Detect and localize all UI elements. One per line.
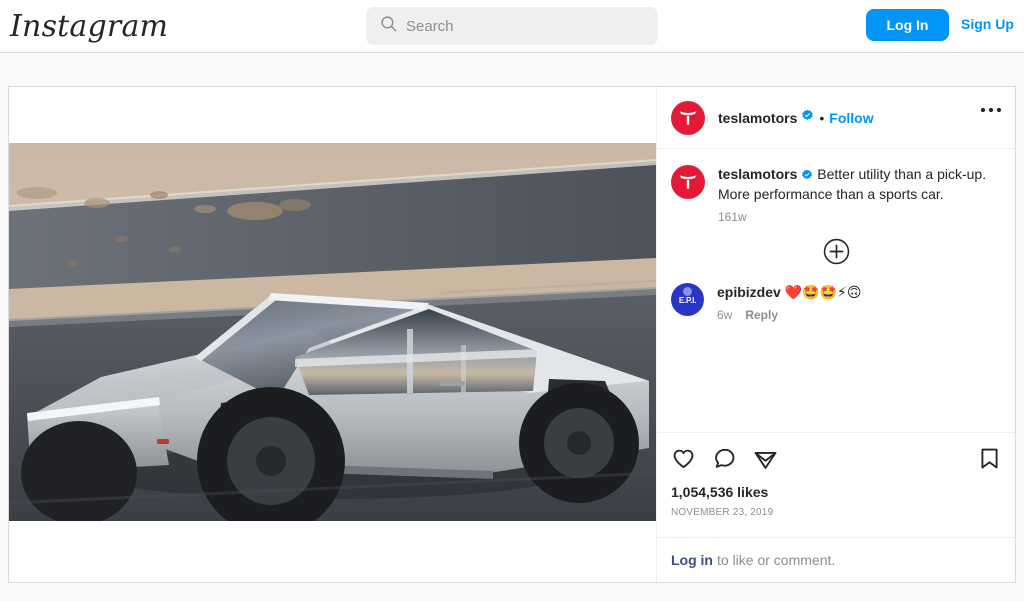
- ellipsis-icon: [980, 107, 1002, 113]
- like-button[interactable]: [671, 446, 696, 471]
- author-username[interactable]: teslamotors: [718, 110, 797, 126]
- list-item: E.P.I. epibizdev ❤️🤩🤩⚡🙃 6w Reply: [671, 283, 1002, 322]
- search-input[interactable]: [406, 17, 631, 35]
- comment-age: 6w: [717, 308, 733, 322]
- follow-button[interactable]: Follow: [829, 110, 873, 126]
- post-caption: teslamotors Better utility than a pick-u…: [671, 165, 1002, 224]
- tesla-logo-icon: [679, 175, 697, 189]
- commenter-avatar-label: E.P.I.: [678, 296, 697, 305]
- caption-age: 161w: [718, 210, 747, 224]
- load-more-comments-wrap: [671, 238, 1002, 265]
- commenter-avatar[interactable]: E.P.I.: [671, 283, 704, 316]
- bookmark-icon: [981, 448, 998, 469]
- reply-button[interactable]: Reply: [745, 308, 778, 322]
- post-author-header: teslamotors • Follow: [657, 87, 1015, 149]
- author-avatar[interactable]: [671, 100, 705, 135]
- action-icon-row: [671, 433, 1002, 483]
- heart-icon: [673, 449, 694, 468]
- share-icon: [754, 451, 777, 469]
- likes-count[interactable]: 1,054,536 likes: [671, 483, 1002, 501]
- verified-badge-icon: [801, 109, 814, 127]
- post-card: teslamotors • Follow teslamotors Better …: [8, 86, 1016, 583]
- caption-username[interactable]: teslamotors: [718, 166, 797, 182]
- search-bar[interactable]: [366, 7, 658, 45]
- commenter-username[interactable]: epibizdev: [717, 284, 781, 300]
- login-button[interactable]: Log In: [866, 9, 949, 41]
- epi-crest-icon: [683, 287, 692, 296]
- post-media-image[interactable]: [9, 143, 656, 521]
- login-prompt: Log in to like or comment.: [657, 537, 1015, 582]
- instagram-logo[interactable]: Instagram: [10, 8, 168, 46]
- signup-button[interactable]: Sign Up: [961, 16, 1014, 32]
- post-media-column[interactable]: [9, 87, 656, 582]
- save-button[interactable]: [977, 446, 1002, 471]
- caption-avatar[interactable]: [671, 165, 705, 199]
- login-link[interactable]: Log in: [671, 552, 713, 568]
- header-separator: •: [819, 109, 825, 126]
- login-prompt-text: to like or comment.: [717, 552, 836, 568]
- more-options-button[interactable]: [980, 107, 1002, 113]
- tesla-logo-icon: [679, 110, 697, 125]
- plus-circle-icon: [823, 238, 850, 265]
- load-more-comments-button[interactable]: [823, 238, 850, 265]
- comment-text: ❤️🤩🤩⚡🙃: [784, 285, 862, 301]
- comment-icon: [715, 448, 735, 468]
- comments-list[interactable]: teslamotors Better utility than a pick-u…: [657, 149, 1015, 432]
- comment-button[interactable]: [712, 446, 737, 471]
- cybertruck-illustration: [9, 143, 656, 521]
- post-action-bar: 1,054,536 likes NOVEMBER 23, 2019: [657, 432, 1015, 537]
- post-detail-column: teslamotors • Follow teslamotors Better …: [656, 87, 1015, 582]
- search-icon: [380, 15, 397, 37]
- share-button[interactable]: [753, 446, 778, 471]
- top-navigation-bar: Instagram Log In Sign Up: [0, 0, 1024, 53]
- verified-badge-icon: [801, 167, 813, 185]
- post-date: NOVEMBER 23, 2019: [671, 507, 774, 518]
